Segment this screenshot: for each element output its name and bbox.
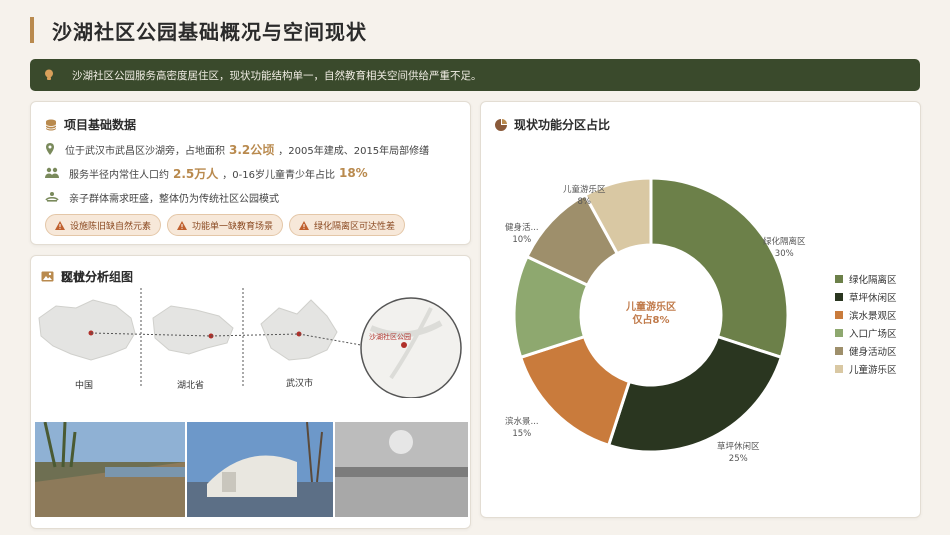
basic-data-card: 项目基础数据 位于武汉市武昌区沙湖旁，占地面积 3.2公顷 ，2005年建成、2… [30, 101, 471, 245]
issue-tag-label: 功能单一缺教育场景 [192, 221, 274, 232]
slice-label-fitness: 健身活... 10% [505, 222, 539, 246]
legend-label: 儿童游乐区 [849, 365, 897, 376]
legend-item: 滨水景观区 [835, 306, 897, 324]
basic-data-header: 项目基础数据 [45, 116, 470, 133]
donut-slice [606, 334, 784, 454]
chart-legend: 绿化隔离区 草坪休闲区 滨水景观区 入口广场区 健身活动区 儿童游乐区 [835, 270, 897, 378]
legend-item: 健身活动区 [835, 342, 897, 360]
site-photo-building [187, 422, 333, 517]
banner-text: 沙湖社区公园服务高密度居住区，现状功能结构单一，自然教育相关空间供给严重不足。 [72, 69, 482, 82]
location-map: 中国 湖北省 武汉市 沙湖社区公园 [31, 288, 472, 399]
population-text-pre: 服务半径内常住人口约 [69, 169, 169, 181]
info-row-location: 位于武汉市武昌区沙湖旁，占地面积 3.2公顷 ，2005年建成、2015年局部修… [45, 141, 470, 157]
park-inset [360, 297, 462, 399]
slice-label-value: 15% [512, 429, 532, 439]
map-label-china: 中国 [75, 381, 94, 391]
slice-label-name: 草坪休闲区 [717, 442, 760, 452]
issue-tag: 功能单一缺教育场景 [167, 214, 284, 236]
slice-label-name: 健身活... [505, 223, 539, 233]
database-icon [45, 119, 57, 130]
page-title: 沙湖社区公园基础概况与空间现状 [52, 19, 367, 44]
issue-tag: 绿化隔离区可达性差 [289, 214, 406, 236]
wuhan-map [260, 299, 338, 361]
hubei-map [152, 305, 234, 355]
center-label-line2: 仅占8% [632, 315, 670, 326]
area-value: 3.2公顷 [229, 142, 275, 157]
center-label-line1: 儿童游乐区 [626, 302, 676, 313]
donut-slice [649, 176, 790, 360]
legend-swatch [835, 347, 843, 355]
basic-data-title: 项目基础数据 [64, 118, 137, 132]
info-row-demand: 亲子群体需求旺盛，整体仍为传统社区公园模式 [45, 189, 470, 205]
summary-banner: 沙湖社区公园服务高密度居住区，现状功能结构单一，自然教育相关空间供给严重不足。 [30, 59, 920, 91]
legend-swatch [835, 329, 843, 337]
legend-swatch [835, 365, 843, 373]
people-icon [45, 167, 59, 178]
site-photo-lakeshore [35, 422, 185, 517]
info-row-population: 服务半径内常住人口约 2.5万人 ，0-16岁儿童青少年占比 18% [45, 165, 470, 181]
family-icon [45, 192, 59, 202]
legend-label: 绿化隔离区 [849, 275, 897, 286]
photos-header: 现状分析组图 [41, 268, 133, 285]
legend-swatch [835, 311, 843, 319]
slice-label-playground: 儿童游乐区 8% [563, 184, 606, 208]
function-zone-card: 现状功能分区占比 儿童游乐区 仅占8% 绿化隔离区 30% 草坪休闲区 25% … [480, 101, 921, 518]
slice-label-name: 绿化隔离区 [763, 237, 806, 247]
legend-label: 滨水景观区 [849, 311, 897, 322]
photos-title: 现状分析组图 [61, 270, 134, 284]
warning-icon [299, 220, 310, 230]
legend-item: 儿童游乐区 [835, 360, 897, 378]
issue-tags: 设施陈旧缺自然元素 功能单一缺教育场景 绿化隔离区可达性差 [45, 214, 470, 236]
slice-label-green-buffer: 绿化隔离区 30% [763, 236, 806, 260]
image-icon [41, 271, 54, 282]
map-label-hubei: 湖北省 [177, 381, 205, 391]
warning-icon [55, 220, 65, 230]
legend-swatch [835, 293, 843, 301]
legend-swatch [835, 275, 843, 283]
location-card: 区位分析 中国 湖北省 武汉市 沙湖社区公园 现状分析组图 [30, 255, 471, 529]
population-value: 2.5万人 [173, 166, 219, 181]
slice-label-waterfront: 滨水景... 15% [505, 416, 539, 440]
slice-label-lawn: 草坪休闲区 25% [717, 441, 760, 465]
page-header: 沙湖社区公园基础概况与空间现状 [30, 16, 367, 44]
location-text-pre: 位于武汉市武昌区沙湖旁，占地面积 [65, 145, 225, 157]
issue-tag-label: 设施陈旧缺自然元素 [70, 221, 152, 232]
slice-label-value: 25% [728, 454, 748, 464]
map-pin-icon [46, 143, 54, 155]
china-map [38, 299, 136, 361]
slice-label-value: 10% [512, 235, 532, 245]
map-label-park: 沙湖社区公园 [369, 333, 411, 341]
slice-label-value: 30% [774, 249, 794, 259]
youth-ratio-value: 18% [338, 166, 368, 180]
population-text-mid: ，0-16岁儿童青少年占比 [222, 169, 335, 181]
legend-label: 健身活动区 [849, 347, 897, 358]
legend-label: 草坪休闲区 [849, 293, 897, 304]
lightbulb-icon [45, 69, 53, 80]
issue-tag: 设施陈旧缺自然元素 [45, 214, 162, 236]
slice-label-name: 儿童游乐区 [563, 185, 606, 195]
donut-center-label: 儿童游乐区 仅占8% [601, 301, 701, 327]
slice-label-name: 滨水景... [505, 417, 539, 427]
slice-label-value: 8% [577, 197, 592, 207]
legend-item: 入口广场区 [835, 324, 897, 342]
title-accent-bar [30, 17, 34, 43]
demand-text: 亲子群体需求旺盛，整体仍为传统社区公园模式 [69, 193, 279, 205]
warning-icon [177, 220, 188, 230]
map-label-wuhan: 武汉市 [286, 379, 314, 389]
issue-tag-label: 绿化隔离区可达性差 [314, 221, 396, 232]
legend-item: 绿化隔离区 [835, 270, 897, 288]
site-photo-lake [335, 422, 468, 517]
legend-item: 草坪休闲区 [835, 288, 897, 306]
legend-label: 入口广场区 [849, 329, 897, 340]
location-text-post: ，2005年建成、2015年局部修缮 [278, 145, 430, 157]
